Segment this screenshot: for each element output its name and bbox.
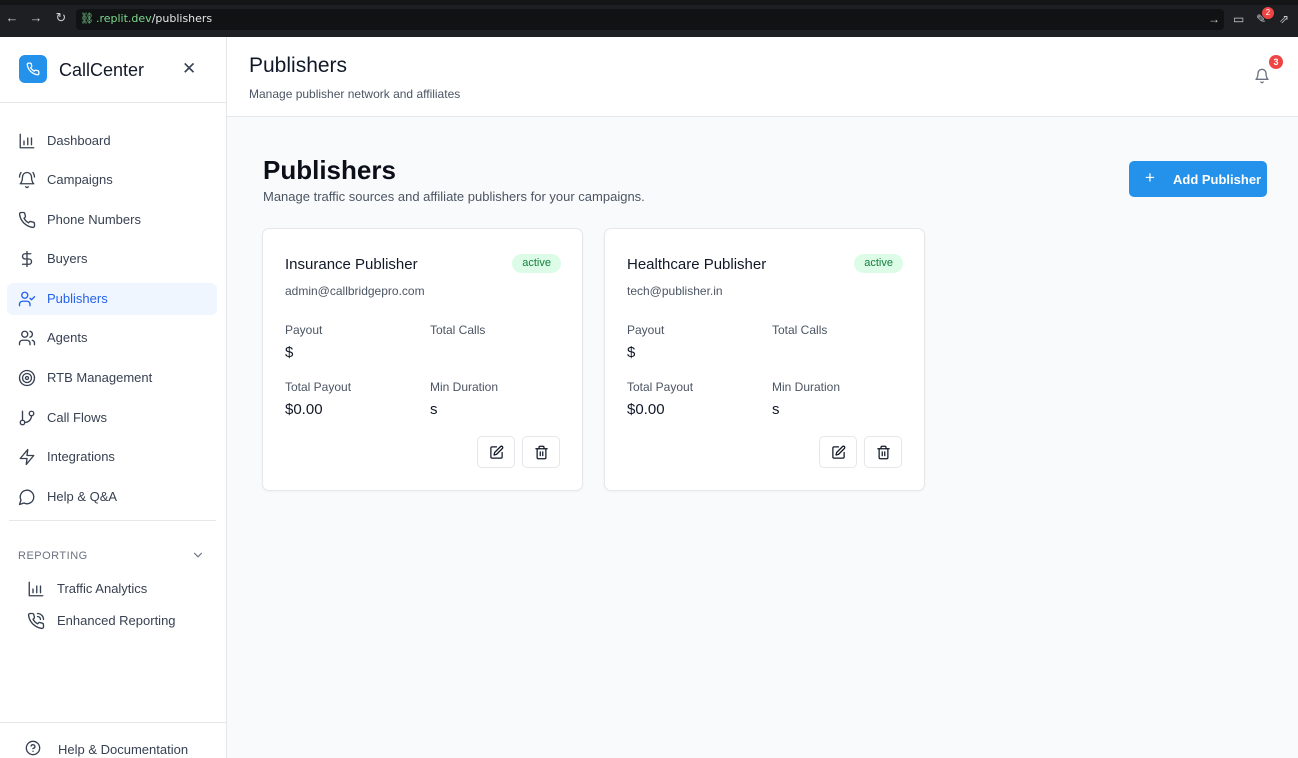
forward-icon[interactable]: → <box>29 11 43 25</box>
open-external-icon[interactable]: ⇗ <box>1279 12 1289 26</box>
add-publisher-label: Add Publisher <box>1173 172 1262 187</box>
close-sidebar-icon[interactable]: ✕ <box>182 59 196 79</box>
phone-icon <box>18 211 36 229</box>
sidebar-item-label: Call Flows <box>47 410 107 425</box>
publisher-email: tech@publisher.in <box>627 284 723 298</box>
sidebar-item-label: Dashboard <box>47 133 111 148</box>
status-badge: active <box>854 254 903 273</box>
help-documentation-link[interactable]: Help & Documentation <box>0 722 226 758</box>
reporting-section-label: REPORTING <box>18 550 88 562</box>
sidebar-item-label: Help & Q&A <box>47 489 118 504</box>
message-circle-icon <box>18 489 35 506</box>
target-icon <box>18 369 36 387</box>
browser-toolbar: ← → ↻ ⛓ .replit.dev/publishers → ▭ ✎ 2 ⇗ <box>0 0 1298 37</box>
bell-ring-icon <box>18 171 36 189</box>
sidebar-item-label: Publishers <box>47 291 108 306</box>
add-publisher-button[interactable]: + Add Publisher <box>1129 161 1267 197</box>
publisher-card: Healthcare Publisher active tech@publisher… <box>604 228 925 491</box>
link-icon: ⛓ <box>80 12 94 25</box>
header-subtitle: Manage publisher network and affiliates <box>249 87 461 101</box>
sidebar-item-label: Phone Numbers <box>47 212 141 227</box>
payout-label: Payout <box>285 323 323 337</box>
min-duration-value: s <box>430 401 438 418</box>
phone-call-icon <box>27 612 45 630</box>
sidebar-item-integrations[interactable]: Integrations <box>7 441 217 473</box>
delete-button[interactable] <box>864 436 902 468</box>
reload-icon[interactable]: ↻ <box>54 11 68 25</box>
total-calls-label: Total Calls <box>772 323 828 337</box>
plus-icon: + <box>1145 168 1155 187</box>
reporting-item-traffic-analytics[interactable]: Traffic Analytics <box>20 574 210 602</box>
status-badge: active <box>512 254 561 273</box>
total-payout-label: Total Payout <box>285 380 352 394</box>
users-icon <box>18 330 36 346</box>
min-duration-label: Min Duration <box>772 380 841 394</box>
go-icon[interactable]: → <box>1208 12 1220 26</box>
payout-value: $ <box>627 344 636 361</box>
header-title: Publishers <box>249 54 348 77</box>
sidebar-item-label: RTB Management <box>47 370 153 385</box>
help-circle-icon <box>25 740 41 756</box>
payout-label: Payout <box>627 323 665 337</box>
trash-icon <box>535 445 548 460</box>
publisher-card: Insurance Publisher active admin@callbridg… <box>262 228 583 491</box>
publisher-name: Healthcare Publisher <box>627 256 767 273</box>
reporting-item-label: Enhanced Reporting <box>57 613 176 628</box>
sidebar-item-agents[interactable]: Agents <box>7 322 217 354</box>
edit-button[interactable] <box>819 436 857 468</box>
address-bar[interactable] <box>76 9 1224 30</box>
browser-tab-strip <box>0 0 1298 5</box>
sidebar-item-campaigns[interactable]: Campaigns <box>7 164 217 196</box>
extension-badge: 2 <box>1262 7 1274 19</box>
reporting-item-enhanced-reporting[interactable]: Enhanced Reporting <box>20 606 210 634</box>
zap-icon <box>19 448 35 466</box>
bar-chart-icon <box>28 581 44 597</box>
sidebar: CallCenter ✕ Dashboard Campaigns Phone Num… <box>0 37 227 758</box>
min-duration-value: s <box>772 401 780 418</box>
sidebar-item-call-flows[interactable]: Call Flows <box>7 402 217 434</box>
sidebar-divider <box>9 520 216 521</box>
brand-header: CallCenter ✕ <box>0 37 226 103</box>
total-payout-value: $0.00 <box>285 401 323 418</box>
sidebar-item-label: Buyers <box>47 251 88 266</box>
back-icon[interactable]: ← <box>5 11 19 25</box>
edit-icon <box>490 445 504 459</box>
bar-chart-icon <box>19 133 35 149</box>
help-documentation-label: Help & Documentation <box>58 742 189 757</box>
sidebar-item-label: Agents <box>47 330 88 345</box>
device-icon[interactable]: ▭ <box>1233 12 1244 26</box>
url-text[interactable]: ⛓ .replit.dev/publishers <box>80 12 212 25</box>
page-title: Publishers <box>263 155 396 185</box>
sidebar-item-help-q-a[interactable]: Help & Q&A <box>7 481 217 513</box>
sidebar-item-publishers[interactable]: Publishers <box>7 283 217 315</box>
total-payout-value: $0.00 <box>627 401 665 418</box>
notification-count-badge: 3 <box>1269 55 1283 69</box>
git-branch-icon <box>19 410 35 426</box>
phone-logo-icon <box>19 55 47 83</box>
user-check-icon <box>18 291 36 307</box>
payout-value: $ <box>285 344 294 361</box>
publisher-name: Insurance Publisher <box>285 256 418 273</box>
total-payout-label: Total Payout <box>627 380 694 394</box>
sidebar-item-label: Campaigns <box>47 172 113 187</box>
sidebar-item-dashboard[interactable]: Dashboard <box>7 125 217 157</box>
brand-name: CallCenter <box>59 60 145 80</box>
dollar-icon <box>21 250 33 268</box>
sidebar-item-rtb-management[interactable]: RTB Management <box>7 362 217 394</box>
edit-button[interactable] <box>477 436 515 468</box>
chevron-down-icon[interactable] <box>191 548 205 562</box>
sidebar-item-label: Integrations <box>47 449 115 464</box>
reporting-item-label: Traffic Analytics <box>57 581 148 596</box>
sidebar-item-buyers[interactable]: Buyers <box>7 243 217 275</box>
total-calls-label: Total Calls <box>430 323 486 337</box>
sidebar-item-phone-numbers[interactable]: Phone Numbers <box>7 204 217 236</box>
top-header: Publishers Manage publisher network and … <box>227 37 1298 117</box>
notification-bell-icon[interactable] <box>1254 68 1270 84</box>
page-subtitle: Manage traffic sources and affiliate pub… <box>263 189 645 204</box>
min-duration-label: Min Duration <box>430 380 499 394</box>
publisher-email: admin@callbridgepro.com <box>285 284 425 298</box>
edit-icon <box>832 445 846 459</box>
delete-button[interactable] <box>522 436 560 468</box>
trash-icon <box>877 445 890 460</box>
